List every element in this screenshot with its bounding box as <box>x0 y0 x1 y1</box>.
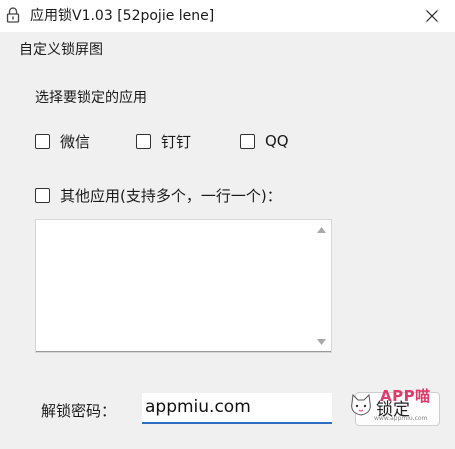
checkbox-box[interactable] <box>35 133 50 149</box>
main-panel: 选择要锁定的应用 微信 钉钉 QQ 其他应用(支持多个，一行一个)： 解锁密码：… <box>0 66 455 449</box>
checkbox-qq[interactable]: QQ <box>240 131 289 151</box>
scroll-up-icon[interactable] <box>317 227 326 233</box>
password-label: 解锁密码： <box>41 402 117 420</box>
scroll-down-icon[interactable] <box>317 339 326 345</box>
watermark-url: www.appmiu.com <box>374 415 428 422</box>
checkbox-box[interactable] <box>136 133 151 149</box>
select-apps-label: 选择要锁定的应用 <box>35 90 147 106</box>
checkbox-label: 微信 <box>60 132 91 151</box>
checkbox-label: QQ <box>265 132 289 150</box>
window-title: 应用锁V1.03 [52pojie lene] <box>30 8 215 24</box>
cat-mascot-icon <box>351 393 371 416</box>
checkbox-other-apps[interactable]: 其他应用(支持多个，一行一个)： <box>35 185 282 205</box>
checkbox-label: 其他应用(支持多个，一行一个)： <box>60 186 282 205</box>
checkbox-box[interactable] <box>240 133 255 149</box>
checkbox-box[interactable] <box>35 187 50 203</box>
title-bar[interactable]: 应用锁V1.03 [52pojie lene] <box>0 0 455 32</box>
menu-item-custom-lock-screen[interactable]: 自定义锁屏图 <box>19 41 103 59</box>
close-icon <box>426 10 438 22</box>
textarea-bottom-border <box>36 351 331 352</box>
checkbox-dingtalk[interactable]: 钉钉 <box>136 131 191 151</box>
other-apps-textarea[interactable] <box>35 219 332 353</box>
checkbox-wechat[interactable]: 微信 <box>35 131 90 151</box>
password-input[interactable]: appmiu.com <box>142 393 332 424</box>
lock-icon <box>6 7 20 23</box>
textarea-scrollbar[interactable] <box>312 221 330 351</box>
menu-bar: 自定义锁屏图 <box>0 32 455 66</box>
close-button[interactable] <box>409 0 455 32</box>
checkbox-label: 钉钉 <box>161 132 192 151</box>
lock-button[interactable]: APP喵 锁定 www.appmiu.com <box>351 387 440 426</box>
